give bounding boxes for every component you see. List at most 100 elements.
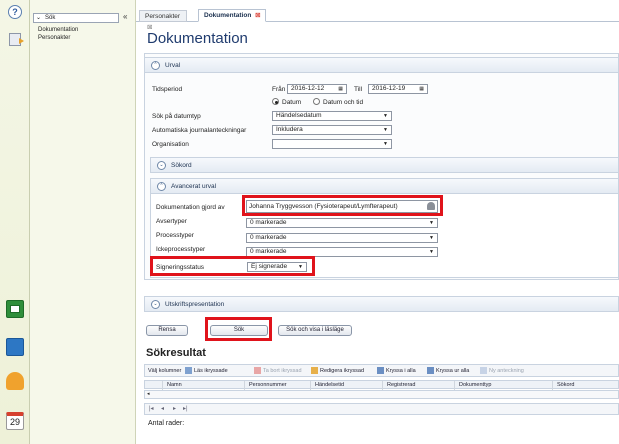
chevron-up-icon: ⌃ bbox=[157, 182, 166, 191]
calendar-picker-icon[interactable]: ▦ bbox=[338, 85, 343, 93]
close-icon[interactable]: ⊠ bbox=[255, 12, 260, 19]
avsertyper-label: Avsertyper bbox=[156, 218, 187, 225]
tab-dokumentation[interactable]: Dokumentation ⊠ bbox=[198, 9, 266, 22]
column-header-handelsetid[interactable]: Händelsetid bbox=[311, 381, 383, 390]
help-icon[interactable]: ? bbox=[8, 5, 22, 19]
column-header-namn[interactable]: Namn bbox=[163, 381, 245, 390]
organisation-select[interactable]: ▼ bbox=[272, 139, 392, 149]
person-icon[interactable] bbox=[6, 372, 24, 390]
scroll-left-icon[interactable]: ◂ bbox=[147, 391, 150, 397]
nav-item-dokumentation[interactable]: Dokumentation bbox=[38, 27, 78, 33]
dropdown-arrow-icon: ▼ bbox=[383, 127, 388, 133]
processtyper-select[interactable]: 0 markerade ▼ bbox=[246, 233, 438, 243]
document-arrow-icon[interactable] bbox=[9, 33, 24, 46]
from-date-value: 2016-12-12 bbox=[291, 85, 325, 92]
las-ikryssade-button[interactable]: Läs ikryssade bbox=[185, 366, 228, 377]
ta-bort-button[interactable]: Ta bort ikryssad bbox=[254, 366, 302, 377]
results-scrollbar[interactable]: ◂ bbox=[144, 390, 619, 399]
sok-datumtyp-select[interactable]: Händelsedatum ▼ bbox=[272, 111, 392, 121]
radio-datum-tid[interactable] bbox=[313, 98, 320, 105]
auto-journal-select[interactable]: Inkludera ▼ bbox=[272, 125, 392, 135]
delete-icon bbox=[254, 367, 261, 375]
ny-anteckning-button[interactable]: Ny anteckning bbox=[480, 366, 524, 377]
column-header-sokord[interactable]: Sökord bbox=[553, 381, 619, 390]
uncheck-all-icon bbox=[427, 367, 434, 375]
kryssa-i-alla-label: Kryssa i alla bbox=[386, 368, 416, 374]
sok-datumtyp-value: Händelsedatum bbox=[276, 112, 322, 119]
avancerat-header-label: Avancerat urval bbox=[171, 183, 217, 190]
ta-bort-label: Ta bort ikryssad bbox=[263, 368, 302, 374]
sok-visa-button[interactable]: Sök och visa i läsläge bbox=[278, 325, 352, 336]
urval-header-label: Urval bbox=[165, 62, 181, 69]
radio-datum-tid-label: Datum och tid bbox=[323, 99, 364, 106]
left-toolbar: ? 29 bbox=[0, 0, 30, 444]
column-header-registrerad[interactable]: Registrerad bbox=[383, 381, 455, 390]
avancerat-header[interactable]: ⌃ Avancerat urval bbox=[150, 178, 619, 194]
kryssa-i-alla-button[interactable]: Kryssa i alla bbox=[377, 366, 416, 377]
results-grid-header: Namn Personnummer Händelsetid Registrera… bbox=[144, 380, 619, 390]
to-date-value: 2016-12-19 bbox=[372, 85, 406, 92]
prev-page-icon[interactable]: ◂ bbox=[161, 404, 164, 414]
avsertyper-select[interactable]: 0 markerade ▼ bbox=[246, 218, 438, 228]
from-date-field[interactable]: 2016-12-12 ▦ bbox=[287, 84, 347, 94]
to-date-field[interactable]: 2016-12-19 ▦ bbox=[368, 84, 428, 94]
chevron-down-icon: ⌄ bbox=[36, 15, 42, 21]
redigera-button[interactable]: Redigera ikryssad bbox=[311, 366, 364, 377]
dropdown-arrow-icon: ▼ bbox=[383, 141, 388, 147]
avsertyper-value: 0 markerade bbox=[250, 219, 287, 226]
results-title: Sökresultat bbox=[146, 347, 206, 359]
dropdown-arrow-icon: ▼ bbox=[429, 249, 434, 255]
nav-search-box[interactable]: ⌄ Sök bbox=[33, 13, 119, 23]
to-label: Till bbox=[354, 86, 363, 93]
pager: |◂ ◂ ▸ ▸| bbox=[144, 403, 619, 415]
utskrift-header[interactable]: ⌄ Utskriftspresentation bbox=[144, 296, 619, 312]
tab-bar: Personakter ⊠ Dokumentation ⊠ bbox=[136, 8, 619, 31]
row-count-label: Antal rader: bbox=[148, 420, 185, 427]
ny-anteckning-label: Ny anteckning bbox=[489, 368, 524, 374]
column-header-personnummer[interactable]: Personnummer bbox=[245, 381, 311, 390]
rensa-button[interactable]: Rensa bbox=[146, 325, 188, 336]
tab-dokumentation-label: Dokumentation bbox=[204, 12, 252, 19]
read-icon bbox=[185, 367, 192, 375]
edit-icon bbox=[311, 367, 318, 375]
first-page-icon[interactable]: |◂ bbox=[149, 404, 154, 414]
las-ikryssade-label: Läs ikryssade bbox=[194, 368, 228, 374]
radio-datum-label: Datum bbox=[282, 99, 302, 106]
sokord-header[interactable]: ⌄ Sökord bbox=[150, 157, 619, 173]
nav-item-personakter[interactable]: Personakter bbox=[38, 35, 70, 41]
kryssa-ur-alla-button[interactable]: Kryssa ur alla bbox=[427, 366, 469, 377]
tab-personakter[interactable]: Personakter ⊠ bbox=[139, 10, 187, 31]
table-icon[interactable] bbox=[6, 300, 24, 318]
calendar-picker-icon[interactable]: ▦ bbox=[419, 85, 424, 93]
chevron-up-icon: ⌃ bbox=[151, 61, 160, 70]
urval-header[interactable]: ⌃ Urval bbox=[144, 57, 619, 73]
utskrift-header-label: Utskriftspresentation bbox=[165, 301, 225, 308]
dropdown-arrow-icon: ▼ bbox=[429, 220, 434, 226]
main-area: Personakter ⊠ Dokumentation ⊠ Dokumentat… bbox=[136, 0, 619, 444]
highlight-signering bbox=[150, 256, 315, 276]
ickeprocesstyper-value: 0 markerade bbox=[250, 248, 287, 255]
navigation-panel: ⌄ Sök « Dokumentation Personakter bbox=[30, 0, 136, 444]
tidsperiod-label: Tidsperiod bbox=[152, 86, 183, 93]
results-toolbar: Välj kolumner Läs ikryssade Ta bort ikry… bbox=[144, 364, 619, 377]
folder-icon[interactable] bbox=[6, 338, 24, 356]
dropdown-arrow-icon: ▼ bbox=[383, 113, 388, 119]
next-page-icon[interactable]: ▸ bbox=[173, 404, 176, 414]
tab-personakter-label: Personakter bbox=[145, 13, 181, 20]
column-header-checkbox[interactable] bbox=[145, 381, 163, 390]
radio-datum[interactable] bbox=[272, 98, 279, 105]
collapse-icon[interactable]: « bbox=[123, 12, 127, 21]
column-header-dokumenttyp[interactable]: Dokumenttyp bbox=[455, 381, 553, 390]
check-all-icon bbox=[377, 367, 384, 375]
new-note-icon bbox=[480, 367, 487, 375]
dropdown-arrow-icon: ▼ bbox=[429, 235, 434, 241]
sokord-header-label: Sökord bbox=[171, 162, 192, 169]
highlight-gjord-av bbox=[242, 195, 443, 216]
calendar-icon[interactable]: 29 bbox=[6, 412, 24, 430]
redigera-label: Redigera ikryssad bbox=[320, 368, 365, 374]
valj-kolumner-button[interactable]: Välj kolumner bbox=[148, 366, 181, 377]
processtyper-value: 0 markerade bbox=[250, 234, 287, 241]
auto-journal-label: Automatiska journalanteckningar bbox=[152, 127, 247, 134]
last-page-icon[interactable]: ▸| bbox=[183, 404, 188, 414]
highlight-sok bbox=[205, 317, 272, 341]
